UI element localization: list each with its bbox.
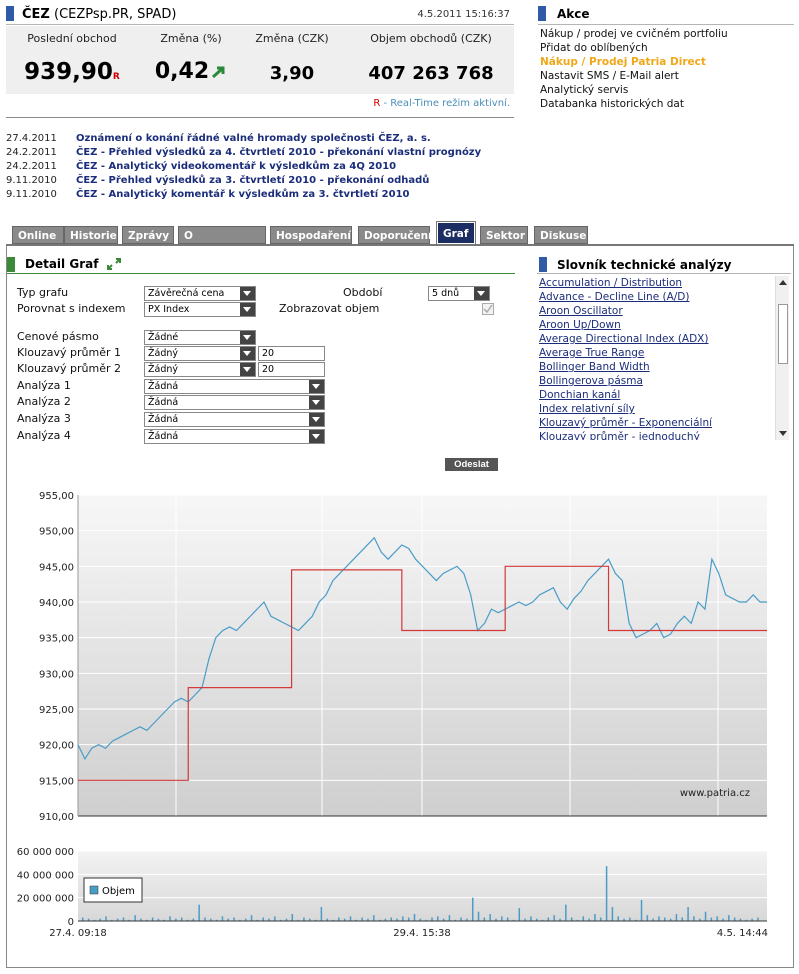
volume-bar — [530, 916, 532, 921]
volume-bar — [693, 916, 695, 921]
volume-plot-area — [78, 851, 767, 921]
volume-bar — [716, 916, 718, 921]
y-tick-label: 935,00 — [39, 634, 74, 645]
volume-bar — [448, 915, 451, 921]
volume-bar — [570, 917, 573, 921]
volume-bar — [629, 917, 631, 921]
volume-bar — [489, 914, 491, 921]
volume-bar — [501, 916, 503, 921]
volume-bar — [675, 914, 678, 921]
volume-bar — [361, 917, 363, 921]
legend-label: Objem — [102, 886, 135, 897]
watermark: www.patria.cz — [680, 788, 750, 799]
x-tick-label: 27.4. 09:18 — [49, 928, 106, 939]
volume-bar — [477, 911, 480, 921]
volume-bar — [82, 917, 84, 921]
volume-bar — [710, 917, 713, 921]
volume-bar — [291, 914, 294, 921]
x-tick-label: 29.4. 15:38 — [393, 928, 450, 939]
volume-bar — [413, 914, 416, 921]
y-tick-label: 915,00 — [39, 776, 74, 787]
volume-bar — [431, 917, 433, 921]
legend-swatch — [89, 885, 99, 895]
volume-bar — [600, 917, 602, 921]
volume-bar — [733, 917, 736, 921]
volume-tick-label: 0 — [68, 917, 74, 928]
volume-bar — [402, 916, 404, 921]
volume-bar — [349, 916, 352, 921]
y-tick-label: 930,00 — [39, 669, 74, 680]
y-tick-label: 920,00 — [39, 741, 74, 752]
volume-bar — [303, 917, 305, 921]
volume-bar — [565, 904, 567, 921]
volume-bar — [274, 916, 276, 921]
volume-bar — [757, 917, 759, 921]
volume-bar — [407, 917, 410, 921]
volume-bar — [221, 916, 224, 921]
volume-bar — [664, 917, 666, 921]
volume-tick-label: 20 000 000 — [17, 894, 74, 905]
volume-bar — [471, 897, 474, 921]
volume-tick-label: 60 000 000 — [17, 847, 74, 858]
volume-bar — [687, 907, 689, 921]
volume-bar — [204, 917, 206, 921]
volume-bar — [262, 917, 264, 921]
volume-bar — [105, 916, 107, 921]
volume-bar — [338, 917, 340, 921]
volume-bar — [658, 916, 660, 921]
volume-bar — [605, 866, 608, 921]
volume-bar — [506, 917, 509, 921]
volume-bar — [233, 917, 235, 921]
volume-bar — [594, 914, 596, 921]
volume-bar — [390, 917, 392, 921]
volume-bar — [180, 917, 183, 921]
volume-tick-label: 40 000 000 — [17, 870, 74, 881]
y-tick-label: 910,00 — [39, 812, 74, 823]
y-tick-label: 925,00 — [39, 705, 74, 716]
y-tick-label: 940,00 — [39, 598, 74, 609]
volume-bar — [518, 908, 521, 921]
volume-bar — [646, 915, 649, 921]
y-tick-label: 955,00 — [39, 491, 74, 502]
volume-bar — [198, 904, 200, 921]
volume-bar — [611, 907, 614, 921]
volume-bar — [151, 917, 154, 921]
x-tick-label: 4.5. 14:44 — [717, 928, 768, 939]
volume-bar — [681, 917, 684, 921]
y-tick-label: 950,00 — [39, 527, 74, 538]
volume-bar — [460, 917, 462, 921]
volume-bar — [728, 915, 730, 921]
volume-bar — [547, 917, 550, 921]
price-chart: 955,00 950,00 945,00 940,00 935,00 930,00 925,… — [17, 491, 768, 939]
volume-bar — [250, 915, 253, 921]
volume-bar — [122, 917, 125, 921]
volume-bar — [169, 916, 171, 921]
volume-bar — [134, 915, 136, 921]
volume-bar — [704, 911, 707, 921]
y-tick-label: 945,00 — [39, 562, 74, 573]
volume-bar — [582, 916, 585, 921]
volume-bar — [373, 915, 375, 921]
volume-bar — [320, 907, 323, 921]
volume-bar — [640, 900, 643, 921]
volume-bar — [617, 916, 619, 921]
volume-bar — [483, 917, 486, 921]
volume-bar — [553, 915, 555, 921]
volume-bar — [437, 916, 439, 921]
